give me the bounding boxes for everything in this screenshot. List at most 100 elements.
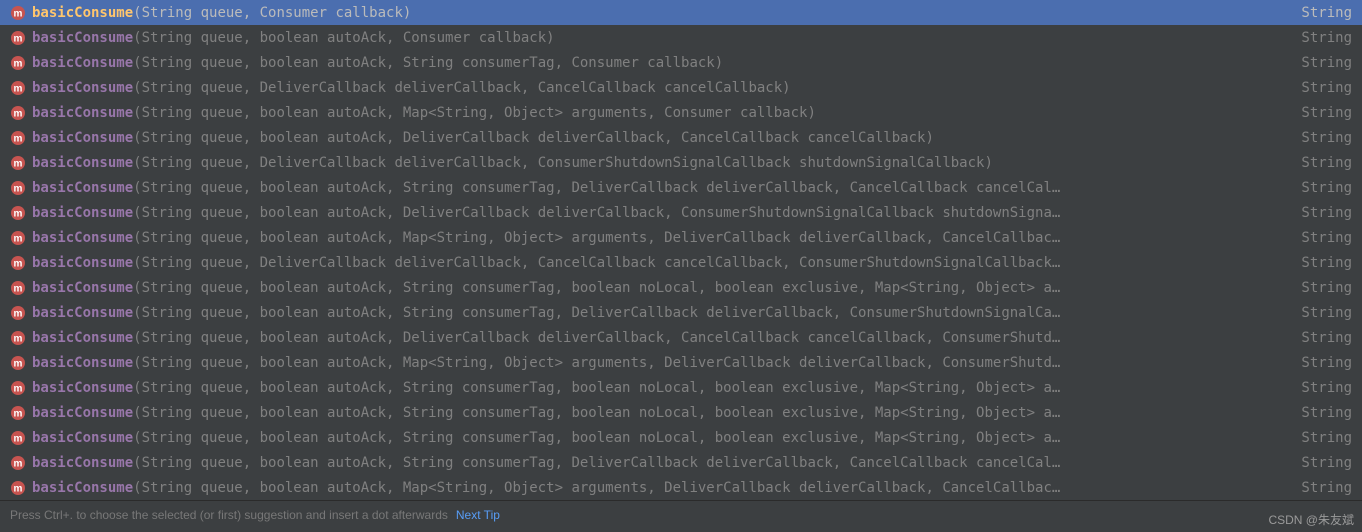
return-type: String [1301, 405, 1352, 421]
completion-item[interactable]: m basicConsume(String queue, boolean auto… [0, 375, 1362, 400]
method-icon: m [10, 430, 26, 446]
completion-item[interactable]: m basicConsume(String queue, boolean auto… [0, 475, 1362, 500]
method-icon: m [10, 105, 26, 121]
return-type: String [1301, 280, 1352, 296]
method-icon: m [10, 480, 26, 496]
method-name: basicConsume [32, 155, 133, 171]
svg-text:m: m [14, 208, 23, 219]
svg-text:m: m [14, 183, 23, 194]
completion-item[interactable]: m basicConsume(String queue, Consumer cal… [0, 0, 1362, 25]
method-params: (String queue, boolean autoAck, String c… [133, 305, 1060, 321]
method-name: basicConsume [32, 105, 133, 121]
svg-text:m: m [14, 133, 23, 144]
method-icon: m [10, 330, 26, 346]
return-type: String [1301, 255, 1352, 271]
method-params: (String queue, boolean autoAck, String c… [133, 455, 1060, 471]
svg-text:m: m [14, 358, 23, 369]
svg-text:m: m [14, 108, 23, 119]
completion-item[interactable]: m basicConsume(String queue, boolean auto… [0, 50, 1362, 75]
method-name: basicConsume [32, 405, 133, 421]
method-name: basicConsume [32, 455, 133, 471]
svg-text:m: m [14, 233, 23, 244]
return-type: String [1301, 105, 1352, 121]
method-name: basicConsume [32, 80, 133, 96]
method-icon: m [10, 130, 26, 146]
return-type: String [1301, 55, 1352, 71]
method-name: basicConsume [32, 130, 133, 146]
method-icon: m [10, 230, 26, 246]
completion-item[interactable]: mbasicConsume(String queue, boolean auto… [0, 325, 1362, 350]
method-icon: m [10, 280, 26, 296]
method-name: basicConsume [32, 330, 133, 346]
method-icon: m [10, 255, 26, 271]
return-type: String [1301, 155, 1352, 171]
completion-item[interactable]: m basicConsume(String queue, boolean auto… [0, 100, 1362, 125]
completion-item[interactable]: mbasicConsume(String queue, boolean auto… [0, 400, 1362, 425]
return-type: String [1301, 230, 1352, 246]
method-icon: m [10, 380, 26, 396]
svg-text:m: m [14, 308, 23, 319]
next-tip-link[interactable]: Next Tip [456, 508, 500, 522]
method-params: (String queue, Consumer callback) [133, 5, 411, 21]
completion-item[interactable]: m basicConsume(String queue, boolean auto… [0, 300, 1362, 325]
method-name: basicConsume [32, 180, 133, 196]
method-icon: m [10, 30, 26, 46]
return-type: String [1301, 355, 1352, 371]
return-type: String [1301, 480, 1352, 496]
return-type: String [1301, 80, 1352, 96]
method-name: basicConsume [32, 380, 133, 396]
completion-item[interactable]: mbasicConsume(String queue, boolean auto… [0, 225, 1362, 250]
return-type: String [1301, 430, 1352, 446]
method-name: basicConsume [32, 55, 133, 71]
method-params: (String queue, boolean autoAck, String c… [133, 380, 1060, 396]
svg-text:m: m [14, 8, 23, 19]
method-icon: m [10, 55, 26, 71]
method-params: (String queue, boolean autoAck, String c… [133, 55, 723, 71]
completion-item[interactable]: m basicConsume(String queue, boolean auto… [0, 25, 1362, 50]
completion-item[interactable]: mbasicConsume(String queue, boolean auto… [0, 175, 1362, 200]
completion-item[interactable]: mbasicConsume(String queue, DeliverCallb… [0, 75, 1362, 100]
method-name: basicConsume [32, 205, 133, 221]
svg-text:m: m [14, 158, 23, 169]
return-type: String [1301, 330, 1352, 346]
completion-item[interactable]: mbasicConsume(String queue, boolean auto… [0, 275, 1362, 300]
return-type: String [1301, 130, 1352, 146]
return-type: String [1301, 305, 1352, 321]
method-params: (String queue, boolean autoAck, Consumer… [133, 30, 554, 46]
svg-text:m: m [14, 83, 23, 94]
completion-item[interactable]: mbasicConsume(String queue, DeliverCallb… [0, 250, 1362, 275]
method-icon: m [10, 405, 26, 421]
method-icon: m [10, 355, 26, 371]
return-type: String [1301, 205, 1352, 221]
method-name: basicConsume [32, 305, 133, 321]
method-name: basicConsume [32, 5, 133, 21]
completion-item[interactable]: mbasicConsume(String queue, boolean auto… [0, 425, 1362, 450]
method-icon: m [10, 305, 26, 321]
method-name: basicConsume [32, 430, 133, 446]
return-type: String [1301, 455, 1352, 471]
svg-text:m: m [14, 483, 23, 494]
method-params: (String queue, DeliverCallback deliverCa… [133, 255, 1060, 271]
return-type: String [1301, 380, 1352, 396]
completion-item[interactable]: mbasicConsume(String queue, boolean auto… [0, 125, 1362, 150]
method-icon: m [10, 5, 26, 21]
svg-text:m: m [14, 258, 23, 269]
method-icon: m [10, 455, 26, 471]
method-name: basicConsume [32, 30, 133, 46]
completion-footer: Press Ctrl+. to choose the selected (or … [0, 500, 1362, 528]
return-type: String [1301, 5, 1352, 21]
completion-item[interactable]: mbasicConsume(String queue, DeliverCallb… [0, 150, 1362, 175]
method-params: (String queue, boolean autoAck, Map<Stri… [133, 480, 1060, 496]
footer-hint: Press Ctrl+. to choose the selected (or … [10, 508, 448, 522]
method-params: (String queue, boolean autoAck, Map<Stri… [133, 355, 1060, 371]
completion-item[interactable]: m basicConsume(String queue, boolean auto… [0, 350, 1362, 375]
method-params: (String queue, boolean autoAck, Map<Stri… [133, 105, 816, 121]
completion-item[interactable]: m basicConsume(String queue, boolean auto… [0, 450, 1362, 475]
completion-item[interactable]: mbasicConsume(String queue, boolean auto… [0, 200, 1362, 225]
method-icon: m [10, 155, 26, 171]
method-params: (String queue, boolean autoAck, String c… [133, 280, 1060, 296]
method-name: basicConsume [32, 355, 133, 371]
method-name: basicConsume [32, 480, 133, 496]
svg-text:m: m [14, 33, 23, 44]
completion-list: mbasicConsume(String queue, Consumer cal… [0, 0, 1362, 500]
